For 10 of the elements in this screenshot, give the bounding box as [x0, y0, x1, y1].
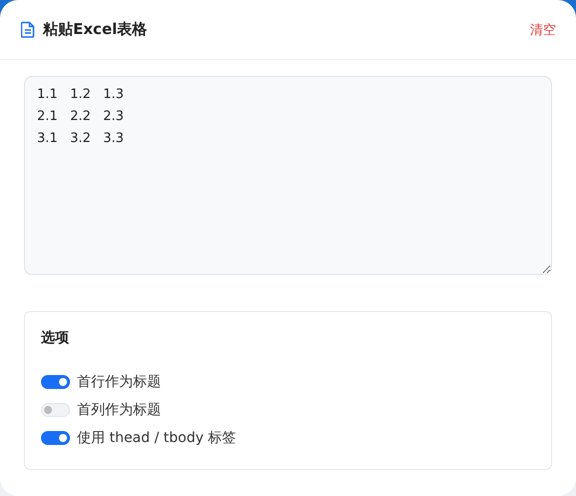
option-label: 首列作为标题	[77, 401, 161, 419]
dialog-title: 粘贴Excel表格	[43, 20, 148, 39]
option-label: 使用 thead / tbody 标签	[77, 429, 236, 447]
option-label: 首行作为标题	[77, 373, 161, 391]
toggle-switch[interactable]	[41, 375, 70, 389]
options-title: 选项	[41, 329, 70, 347]
clear-button[interactable]: 清空	[530, 20, 556, 38]
paste-area[interactable]: 1.1 1.2 1.3 2.1 2.2 2.3 3.1 3.2 3.3	[24, 76, 552, 275]
toggle-switch[interactable]	[41, 431, 70, 445]
document-icon	[21, 21, 35, 38]
